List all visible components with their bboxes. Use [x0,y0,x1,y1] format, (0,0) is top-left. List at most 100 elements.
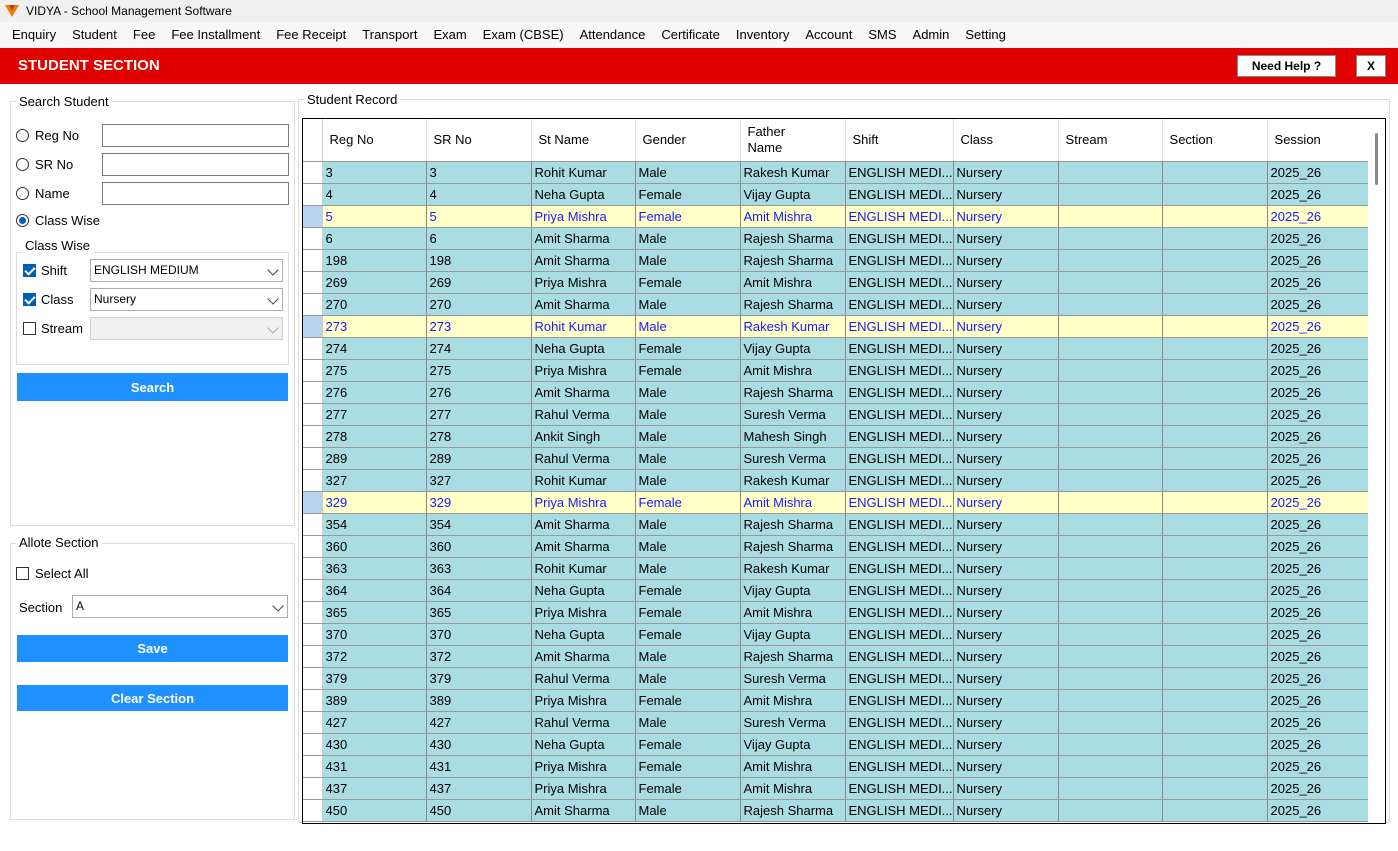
table-cell[interactable]: 2025_26 [1267,403,1374,426]
table-cell[interactable]: ENGLISH MEDI... [845,469,954,492]
table-row[interactable]: 431 431 Priya Mishra Female Amit Mishra ENGLI… [303,755,1374,778]
table-cell[interactable] [1058,183,1163,206]
table-cell[interactable]: 354 [322,513,427,536]
row-header[interactable] [303,337,323,360]
table-row[interactable]: 278 278 Ankit Singh Male Mahesh Singh ENGLISH… [303,425,1374,448]
table-cell[interactable]: Nursery [953,161,1059,184]
table-cell[interactable]: 363 [322,557,427,580]
table-row[interactable]: 270 270 Amit Sharma Male Rajesh Sharma ENGLIS… [303,293,1374,316]
table-row[interactable]: 289 289 Rahul Verma Male Suresh Verma ENGLISH… [303,447,1374,470]
table-cell[interactable]: 431 [426,755,532,778]
table-cell[interactable]: Rajesh Sharma [740,513,846,536]
table-cell[interactable]: 2025_26 [1267,777,1374,800]
table-cell[interactable]: Female [635,205,741,228]
table-row[interactable]: 327 327 Rohit Kumar Male Rakesh Kumar ENGLISH… [303,469,1374,492]
table-cell[interactable]: Suresh Verma [740,447,846,470]
table-cell[interactable]: Nursery [953,557,1059,580]
table-cell[interactable] [1058,425,1163,448]
table-cell[interactable] [1058,403,1163,426]
table-cell[interactable]: Priya Mishra [531,359,636,382]
table-cell[interactable] [1058,623,1163,646]
table-cell[interactable]: 2025_26 [1267,513,1374,536]
table-cell[interactable]: Rakesh Kumar [740,557,846,580]
table-cell[interactable]: 4 [426,183,532,206]
table-cell[interactable]: ENGLISH MEDI... [845,601,954,624]
row-header[interactable] [303,271,323,294]
table-cell[interactable]: ENGLISH MEDI... [845,337,954,360]
table-row[interactable]: 4 4 Neha Gupta Female Vijay Gupta ENGLISH MED… [303,183,1374,206]
need-help-button[interactable]: Need Help ? [1237,55,1336,77]
table-row[interactable]: 427 427 Rahul Verma Male Suresh Verma ENGLISH… [303,711,1374,734]
table-cell[interactable]: 2025_26 [1267,183,1374,206]
table-cell[interactable]: 327 [322,469,427,492]
table-cell[interactable]: Female [635,777,741,800]
table-cell[interactable]: Suresh Verma [740,667,846,690]
scrollbar-thumb[interactable] [1375,133,1378,185]
row-header[interactable] [303,557,323,580]
menu-item-exam[interactable]: Exam [425,22,474,48]
table-cell[interactable]: Male [635,249,741,272]
table-cell[interactable] [1162,337,1268,360]
table-cell[interactable] [1162,689,1268,712]
table-row[interactable]: 363 363 Rohit Kumar Male Rakesh Kumar ENGLISH… [303,557,1374,580]
table-cell[interactable]: Nursery [953,799,1059,822]
table-row[interactable]: 277 277 Rahul Verma Male Suresh Verma ENGLISH… [303,403,1374,426]
table-cell[interactable]: Male [635,711,741,734]
table-cell[interactable]: 2025_26 [1267,425,1374,448]
table-cell[interactable]: Vijay Gupta [740,623,846,646]
table-row[interactable]: 450 450 Amit Sharma Male Rajesh Sharma ENGLIS… [303,799,1374,822]
table-cell[interactable]: 2025_26 [1267,755,1374,778]
menu-item-fee-receipt[interactable]: Fee Receipt [268,22,354,48]
menu-item-certificate[interactable]: Certificate [653,22,728,48]
table-cell[interactable]: Female [635,689,741,712]
column-header-session[interactable]: Session [1267,119,1374,162]
table-cell[interactable]: 2025_26 [1267,623,1374,646]
table-cell[interactable]: Nursery [953,249,1059,272]
table-cell[interactable]: 274 [322,337,427,360]
shift-select[interactable]: ENGLISH MEDIUM [90,259,283,282]
table-cell[interactable] [1058,359,1163,382]
row-header[interactable] [303,667,323,690]
table-cell[interactable]: 275 [322,359,427,382]
table-cell[interactable]: ENGLISH MEDI... [845,205,954,228]
table-cell[interactable]: ENGLISH MEDI... [845,161,954,184]
table-cell[interactable]: Nursery [953,579,1059,602]
table-cell[interactable]: Nursery [953,755,1059,778]
table-cell[interactable] [1162,249,1268,272]
table-cell[interactable]: Male [635,293,741,316]
table-cell[interactable]: Female [635,491,741,514]
table-cell[interactable]: Rajesh Sharma [740,293,846,316]
menu-item-fee[interactable]: Fee [125,22,163,48]
table-cell[interactable] [1058,513,1163,536]
table-cell[interactable]: ENGLISH MEDI... [845,359,954,382]
row-header[interactable] [303,249,323,272]
table-cell[interactable]: 273 [322,315,427,338]
table-cell[interactable]: Rohit Kumar [531,557,636,580]
table-cell[interactable]: 275 [426,359,532,382]
table-cell[interactable]: Male [635,227,741,250]
table-row[interactable]: 274 274 Neha Gupta Female Vijay Gupta ENGLISH… [303,337,1374,360]
table-cell[interactable]: ENGLISH MEDI... [845,293,954,316]
table-cell[interactable]: 6 [426,227,532,250]
table-cell[interactable] [1162,227,1268,250]
row-header[interactable] [303,579,323,602]
table-cell[interactable]: 2025_26 [1267,491,1374,514]
table-cell[interactable]: Priya Mishra [531,271,636,294]
table-cell[interactable]: Nursery [953,227,1059,250]
table-cell[interactable]: Amit Sharma [531,293,636,316]
table-cell[interactable] [1162,469,1268,492]
table-cell[interactable] [1058,755,1163,778]
table-cell[interactable]: Amit Sharma [531,535,636,558]
table-cell[interactable]: ENGLISH MEDI... [845,755,954,778]
row-header[interactable] [303,183,323,206]
section-select[interactable]: A [72,595,288,618]
table-cell[interactable]: ENGLISH MEDI... [845,667,954,690]
row-header[interactable] [303,205,323,228]
table-row[interactable]: 379 379 Rahul Verma Male Suresh Verma ENGLISH… [303,667,1374,690]
table-cell[interactable]: 360 [426,535,532,558]
table-cell[interactable]: Priya Mishra [531,777,636,800]
table-cell[interactable] [1058,557,1163,580]
column-header-gender[interactable]: Gender [635,119,741,162]
table-cell[interactable]: 430 [322,733,427,756]
table-cell[interactable]: 273 [426,315,532,338]
